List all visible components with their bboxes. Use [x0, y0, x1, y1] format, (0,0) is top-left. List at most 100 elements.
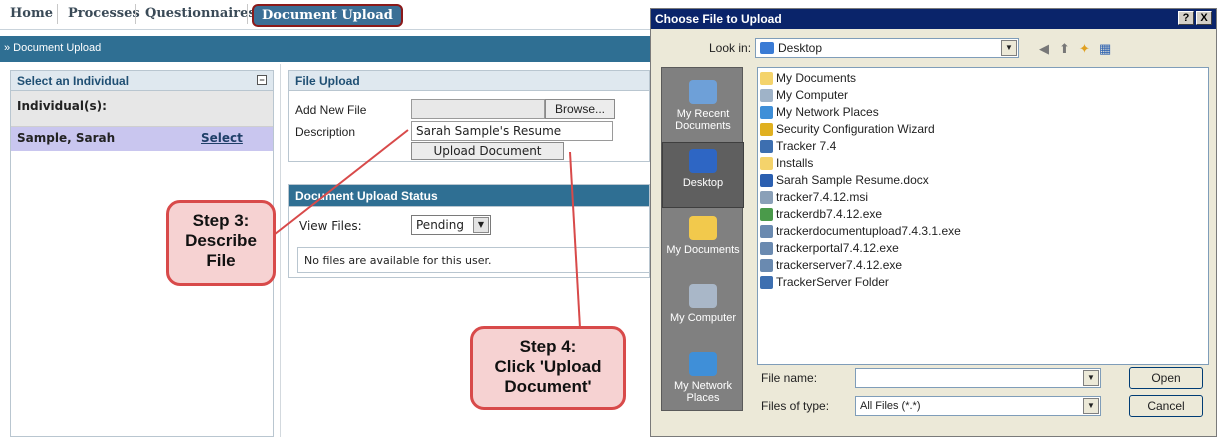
select-individual-link[interactable]: Select	[201, 131, 243, 145]
collapse-icon[interactable]: −	[257, 75, 267, 85]
place-item[interactable]: Desktop	[662, 142, 744, 208]
file-name-label: File name:	[761, 371, 818, 385]
file-name: Tracker 7.4	[776, 139, 837, 153]
places-bar: My Recent Documents Desktop My Documents My …	[661, 67, 744, 412]
list-item[interactable]: trackerdb7.4.12.exe	[760, 206, 1206, 223]
list-item[interactable]: Tracker 7.4	[760, 138, 1206, 155]
chevron-down-icon[interactable]: ▼	[1083, 398, 1099, 414]
step4-callout: Step 4: Click 'Upload Document'	[470, 326, 626, 410]
list-item[interactable]: TrackerServer Folder	[760, 274, 1206, 291]
list-item[interactable]: Sarah Sample Resume.docx	[760, 172, 1206, 189]
new-folder-icon[interactable]: ✦	[1079, 41, 1090, 57]
file-name: trackerdocumentupload7.4.3.1.exe	[776, 224, 961, 238]
file-path-input[interactable]	[411, 99, 545, 119]
list-item[interactable]: Installs	[760, 155, 1206, 172]
chevron-down-icon[interactable]: ▼	[473, 217, 489, 233]
place-item[interactable]: My Network Places	[662, 346, 744, 412]
panel-header: Select an Individual −	[11, 71, 273, 91]
view-files-label: View Files:	[299, 219, 362, 233]
my-documents-icon	[689, 216, 717, 240]
list-item[interactable]: My Network Places	[760, 104, 1206, 121]
list-item[interactable]: Security Configuration Wizard	[760, 121, 1206, 138]
list-item[interactable]: My Documents	[760, 70, 1206, 87]
top-navigation: Home Processes Questionnaires Document U…	[0, 0, 650, 30]
view-files-select[interactable]: Pending ▼	[411, 215, 491, 235]
help-button[interactable]: ?	[1178, 11, 1194, 25]
place-label: Documents	[675, 120, 731, 132]
file-name: TrackerServer Folder	[776, 275, 889, 289]
recent-documents-icon	[689, 80, 717, 104]
place-label: My Network	[673, 380, 733, 392]
nav-divider	[135, 4, 136, 24]
look-in-value: Desktop	[778, 41, 823, 55]
shortcut-icon	[760, 276, 773, 289]
upload-document-button[interactable]: Upload Document	[411, 142, 564, 160]
network-icon	[760, 106, 773, 119]
choose-file-dialog: Choose File to Upload ? X Look in: Deskt…	[650, 8, 1217, 437]
files-of-type-label: Files of type:	[761, 399, 830, 413]
up-folder-icon[interactable]: ⬆	[1059, 41, 1070, 57]
dialog-titlebar: Choose File to Upload ? X	[651, 9, 1216, 29]
panel-title: Select an Individual	[17, 74, 130, 88]
exe-icon	[760, 259, 773, 272]
callout-line: File	[206, 251, 236, 270]
place-label: My Computer	[669, 312, 737, 324]
look-in-select[interactable]: Desktop ▼	[755, 38, 1019, 58]
add-new-file-label: Add New File	[295, 103, 367, 117]
file-name: tracker7.4.12.msi	[776, 190, 869, 204]
browse-button[interactable]: Browse...	[545, 99, 615, 119]
list-item[interactable]: trackerserver7.4.12.exe	[760, 257, 1206, 274]
tab-document-upload[interactable]: Document Upload	[252, 4, 403, 27]
view-menu-icon[interactable]: ▦	[1099, 41, 1111, 57]
place-item[interactable]: My Documents	[662, 210, 744, 276]
place-label: Desktop	[682, 177, 724, 189]
folder-icon	[760, 72, 773, 85]
chevron-down-icon[interactable]: ▼	[1083, 370, 1099, 386]
column-divider	[280, 64, 281, 437]
file-list[interactable]: My Documents My Computer My Network Places…	[757, 67, 1209, 365]
description-input[interactable]: Sarah Sample's Resume	[411, 121, 613, 141]
exe-icon	[760, 242, 773, 255]
shortcut-icon	[760, 123, 773, 136]
place-item[interactable]: My Computer	[662, 278, 744, 344]
my-computer-icon	[689, 284, 717, 308]
cancel-button[interactable]: Cancel	[1129, 395, 1203, 417]
description-label: Description	[295, 125, 356, 139]
list-item[interactable]: trackerdocumentupload7.4.3.1.exe	[760, 223, 1206, 240]
file-name: Security Configuration Wizard	[776, 122, 935, 136]
tab-questionnaires[interactable]: Questionnaires	[145, 6, 256, 21]
callout-line: Document'	[504, 377, 592, 396]
open-button[interactable]: Open	[1129, 367, 1203, 389]
file-name: My Documents	[776, 71, 857, 85]
file-name-input[interactable]: ▼	[855, 368, 1101, 388]
individual-row: Sample, Sarah Select	[11, 127, 273, 151]
file-upload-panel: File Upload Add New File Browse... Descr…	[288, 70, 650, 162]
document-upload-status-panel: Document Upload Status View Files: Pendi…	[288, 184, 651, 278]
list-item[interactable]: trackerportal7.4.12.exe	[760, 240, 1206, 257]
place-label: My Documents	[666, 244, 740, 256]
files-of-type-select[interactable]: All Files (*.*) ▼	[855, 396, 1101, 416]
place-item[interactable]: My Recent Documents	[662, 74, 744, 140]
panel-header: File Upload	[289, 71, 649, 91]
file-name: My Computer	[776, 88, 849, 102]
callout-line: Step 3:	[192, 211, 250, 230]
list-item[interactable]: tracker7.4.12.msi	[760, 189, 1206, 206]
folder-icon	[760, 157, 773, 170]
nav-divider	[57, 4, 58, 24]
individuals-heading: Individual(s):	[11, 91, 273, 127]
exe-icon	[760, 208, 773, 221]
tab-home[interactable]: Home	[10, 6, 53, 21]
back-icon[interactable]: ◀	[1039, 41, 1049, 57]
files-of-type-value: All Files (*.*)	[860, 400, 921, 412]
list-item[interactable]: My Computer	[760, 87, 1206, 104]
close-button[interactable]: X	[1196, 11, 1212, 25]
place-label: Places	[686, 392, 720, 404]
desktop-icon	[760, 42, 774, 54]
place-label: My Recent	[676, 108, 730, 120]
nav-divider	[247, 4, 248, 24]
chevron-down-icon[interactable]: ▼	[1001, 40, 1017, 56]
tab-processes[interactable]: Processes	[68, 6, 140, 21]
file-name: trackerdb7.4.12.exe	[776, 207, 883, 221]
desktop-icon	[689, 149, 717, 173]
individual-name: Sample, Sarah	[17, 131, 116, 145]
